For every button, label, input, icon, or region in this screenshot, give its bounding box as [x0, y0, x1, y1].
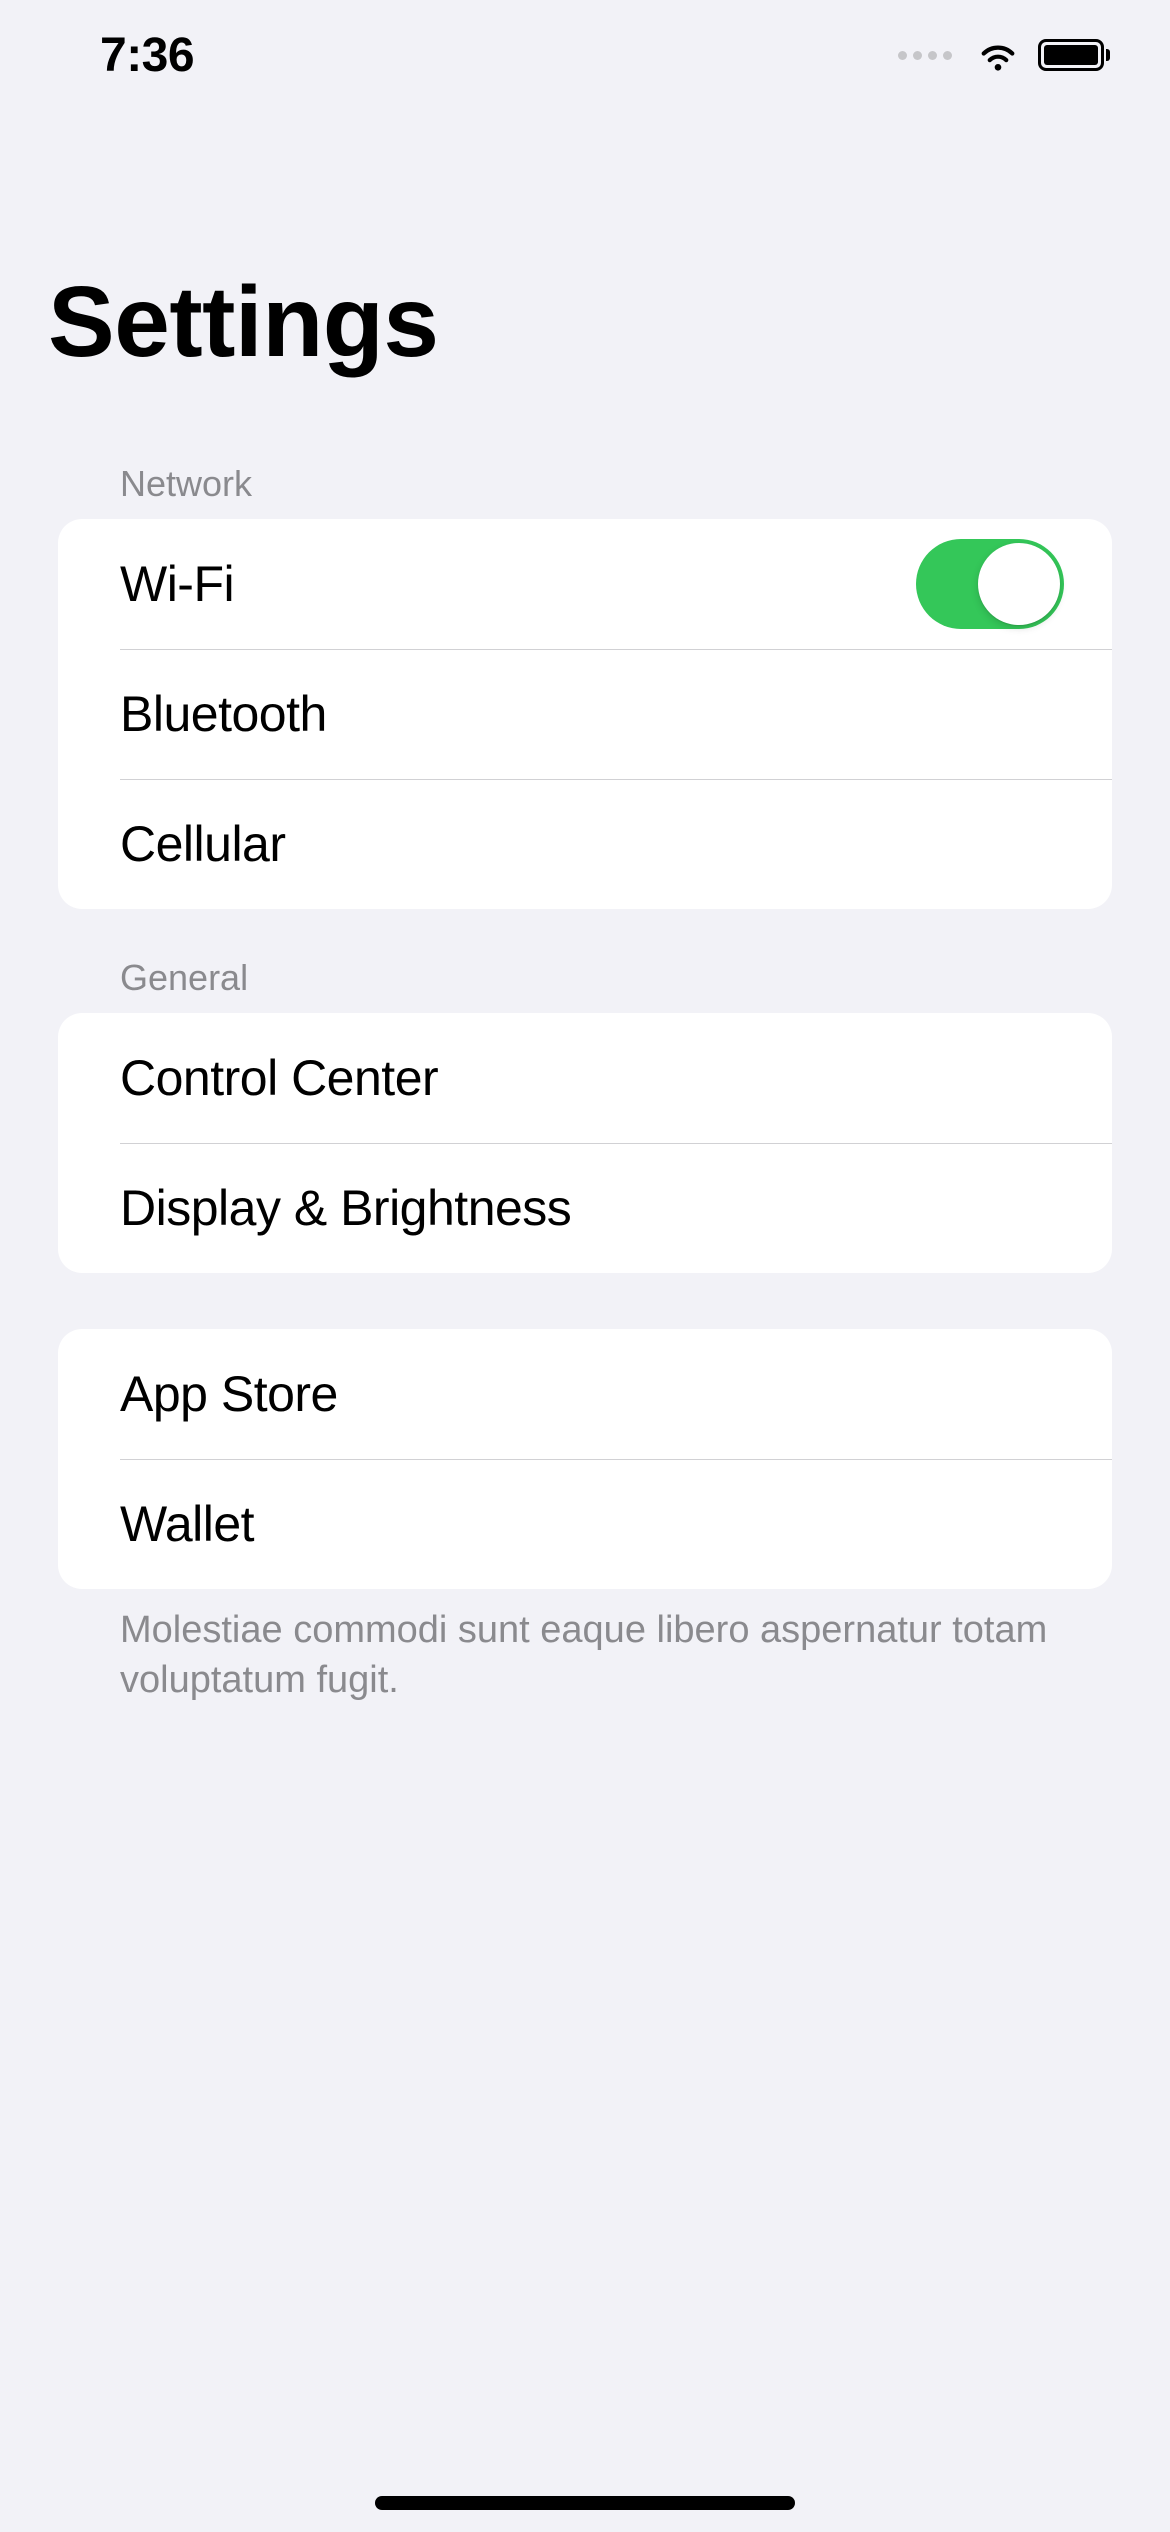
- cell-label-app-store: App Store: [120, 1365, 338, 1423]
- section-card-general: Control Center Display & Brightness: [58, 1013, 1112, 1273]
- wifi-toggle[interactable]: [916, 539, 1064, 629]
- section-footer-apps: Molestiae commodi sunt eaque libero aspe…: [58, 1589, 1112, 1705]
- cell-display-brightness[interactable]: Display & Brightness: [58, 1143, 1112, 1273]
- section-network: Network Wi-Fi Bluetooth Cellular: [58, 463, 1112, 909]
- toggle-knob: [978, 543, 1060, 625]
- cell-control-center[interactable]: Control Center: [58, 1013, 1112, 1143]
- cell-label-display-brightness: Display & Brightness: [120, 1179, 571, 1237]
- status-indicators: [898, 33, 1110, 77]
- cell-label-wallet: Wallet: [120, 1495, 254, 1553]
- battery-icon: [1038, 39, 1110, 71]
- section-card-network: Wi-Fi Bluetooth Cellular: [58, 519, 1112, 909]
- cell-cellular[interactable]: Cellular: [58, 779, 1112, 909]
- cell-bluetooth[interactable]: Bluetooth: [58, 649, 1112, 779]
- cell-wallet[interactable]: Wallet: [58, 1459, 1112, 1589]
- section-card-apps: App Store Wallet: [58, 1329, 1112, 1589]
- page-title: Settings: [0, 110, 1170, 415]
- section-apps: App Store Wallet Molestiae commodi sunt …: [58, 1329, 1112, 1705]
- cell-label-bluetooth: Bluetooth: [120, 685, 327, 743]
- section-general: General Control Center Display & Brightn…: [58, 957, 1112, 1273]
- cell-wifi[interactable]: Wi-Fi: [58, 519, 1112, 649]
- cellular-signal-icon: [898, 51, 952, 60]
- cell-label-control-center: Control Center: [120, 1049, 438, 1107]
- section-header-network: Network: [58, 463, 1112, 519]
- wifi-icon: [976, 33, 1020, 77]
- status-time: 7:36: [100, 28, 194, 83]
- cell-app-store[interactable]: App Store: [58, 1329, 1112, 1459]
- cell-label-wifi: Wi-Fi: [120, 555, 234, 613]
- home-indicator[interactable]: [375, 2496, 795, 2510]
- status-bar: 7:36: [0, 0, 1170, 110]
- cell-label-cellular: Cellular: [120, 815, 286, 873]
- section-header-general: General: [58, 957, 1112, 1013]
